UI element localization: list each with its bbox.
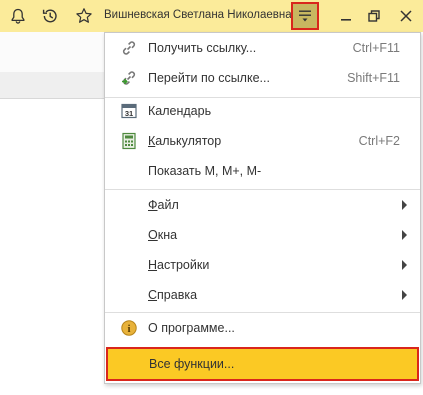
menu-item-about[interactable]: i О программе...: [105, 313, 420, 343]
history-icon[interactable]: [41, 7, 59, 25]
menu-item-label: Перейти по ссылке...: [148, 71, 270, 85]
main-menu-icon: [299, 10, 311, 22]
svg-text:31: 31: [125, 109, 133, 118]
menu-item-windows[interactable]: Окна: [105, 220, 420, 250]
workspace-toolbar: [0, 72, 104, 99]
submenu-arrow-icon: [402, 230, 407, 240]
menu-item-show-memory[interactable]: Показать М, М+, М-: [105, 156, 420, 186]
menu-item-file[interactable]: Файл: [105, 190, 420, 220]
calculator-icon: [122, 132, 136, 150]
user-name: Вишневская Светлана Николаевна: [104, 9, 292, 21]
submenu-arrow-icon: [402, 200, 407, 210]
menu-item-label: Календарь: [148, 104, 212, 118]
menu-item-help[interactable]: Справка: [105, 280, 420, 310]
menu-item-label: Калькулятор: [148, 134, 222, 148]
menu-item-shortcut: Ctrl+F11: [352, 41, 400, 55]
follow-link-icon: [122, 71, 136, 85]
menu-item-label: Все функции...: [149, 357, 235, 371]
calendar-icon: 31: [121, 103, 137, 119]
link-icon: [122, 41, 136, 55]
menu-item-all-functions[interactable]: Все функции...: [106, 347, 419, 381]
menu-item-label: Файл: [148, 198, 179, 212]
workspace-panel: [0, 32, 104, 73]
menu-item-get-link[interactable]: Получить ссылку... Ctrl+F11: [105, 33, 420, 63]
svg-text:i: i: [127, 323, 130, 335]
info-icon: i: [121, 320, 137, 336]
title-bar: Вишневская Светлана Николаевна: [0, 0, 423, 32]
main-menu-dropdown: Получить ссылку... Ctrl+F11 Перейти по с…: [104, 32, 421, 384]
star-icon[interactable]: [75, 7, 93, 25]
menu-item-label: Настройки: [148, 258, 210, 272]
menu-item-calculator[interactable]: Калькулятор Ctrl+F2: [105, 126, 420, 156]
submenu-arrow-icon: [402, 290, 407, 300]
menu-item-shortcut: Ctrl+F2: [358, 134, 400, 148]
menu-item-follow-link[interactable]: Перейти по ссылке... Shift+F11: [105, 63, 420, 93]
menu-item-shortcut: Shift+F11: [347, 71, 400, 85]
menu-item-label: Справка: [148, 288, 198, 302]
menu-item-calendar[interactable]: 31 Календарь: [105, 96, 420, 126]
menu-item-settings[interactable]: Настройки: [105, 250, 420, 280]
menu-item-label: Получить ссылку...: [148, 41, 257, 55]
main-menu-button[interactable]: [291, 2, 319, 30]
bell-icon[interactable]: [9, 7, 27, 25]
minimize-icon[interactable]: [338, 8, 354, 24]
menu-item-label: Окна: [148, 228, 178, 242]
menu-item-label: Показать М, М+, М-: [148, 164, 262, 178]
submenu-arrow-icon: [402, 260, 407, 270]
menu-item-label: О программе...: [148, 321, 235, 335]
close-icon[interactable]: [398, 8, 414, 24]
restore-icon[interactable]: [366, 8, 382, 24]
